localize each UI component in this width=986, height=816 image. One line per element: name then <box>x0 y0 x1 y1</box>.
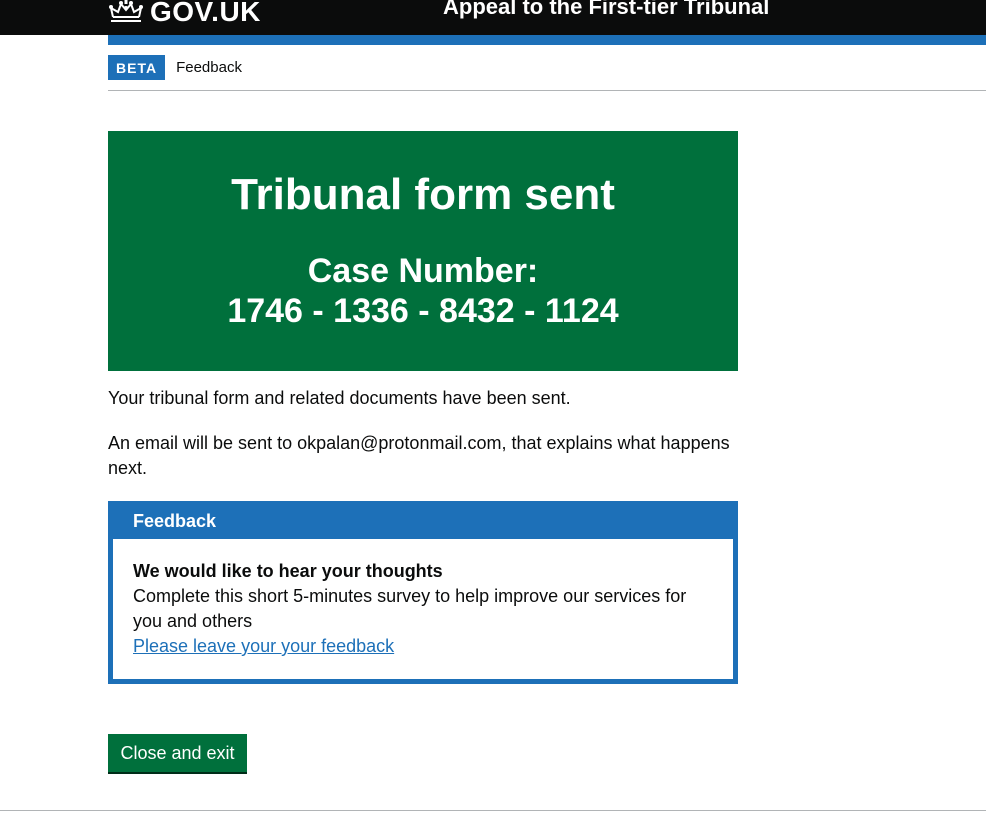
header-accent-bar <box>108 35 986 45</box>
crown-icon <box>109 0 143 22</box>
phase-banner: BETA Feedback <box>108 55 986 91</box>
close-and-exit-button[interactable]: Close and exit <box>108 734 247 772</box>
sent-message: Your tribunal form and related documents… <box>108 388 571 408</box>
beta-tag: BETA <box>108 55 166 80</box>
feedback-box-content: We would like to hear your thoughts Comp… <box>113 539 733 659</box>
email-message: An email will be sent to okpalan@protonm… <box>108 433 730 478</box>
logo-text: GOV.UK <box>150 0 261 27</box>
site-header: GOV.UK Appeal to the First-tier Tribunal <box>0 0 986 35</box>
case-number-value: 1746 - 1336 - 8432 - 1124 <box>227 292 619 330</box>
feedback-description: Complete this short 5-minutes survey to … <box>133 586 687 631</box>
case-number-block: Case Number: 1746 - 1336 - 8432 - 1124 <box>108 251 738 331</box>
govuk-logo[interactable]: GOV.UK <box>108 0 261 30</box>
case-number-label: Case Number: <box>307 252 539 290</box>
footer-divider <box>0 810 986 811</box>
confirmation-panel: Tribunal form sent Case Number: 1746 - 1… <box>108 131 738 371</box>
service-name[interactable]: Appeal to the First-tier Tribunal <box>443 0 769 18</box>
confirmation-title: Tribunal form sent <box>231 170 615 219</box>
feedback-box-title: Feedback <box>113 506 733 539</box>
feedback-link[interactable]: Please leave your your feedback <box>133 634 394 659</box>
feedback-box: Feedback We would like to hear your thou… <box>108 501 738 684</box>
phase-banner-text: Feedback <box>176 59 242 76</box>
feedback-heading: We would like to hear your thoughts <box>133 561 443 581</box>
